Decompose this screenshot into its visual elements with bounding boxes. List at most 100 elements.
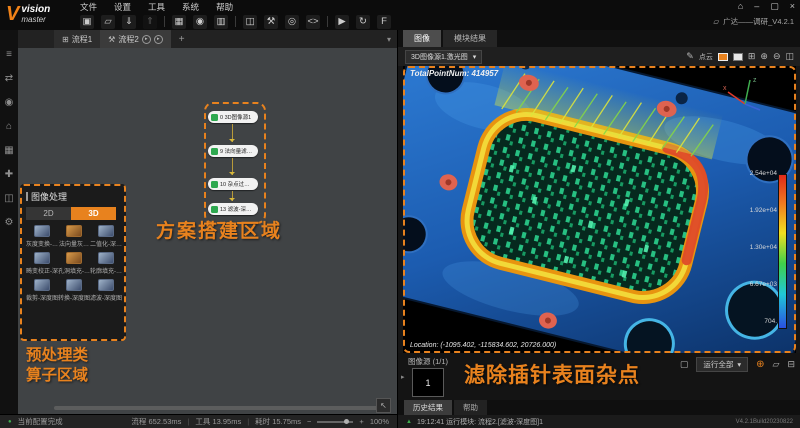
operator-icon <box>98 225 114 237</box>
zoom-in-icon[interactable]: ⊕ <box>760 51 768 62</box>
settings-icon[interactable]: ⚙ <box>5 218 14 228</box>
logo-text-1: vision <box>21 4 51 15</box>
operator-hole-fill[interactable]: 孔洞填充-… <box>58 252 90 275</box>
operator-gray-transform[interactable]: 灰度变换-… <box>26 225 58 248</box>
menu-file[interactable]: 文件 <box>80 1 97 13</box>
add-image-button[interactable]: ⊕ <box>756 359 764 370</box>
menu-system[interactable]: 系统 <box>182 1 199 13</box>
operator-icon <box>66 279 82 291</box>
global-icon[interactable]: ◎ <box>285 14 299 29</box>
open-icon[interactable]: ▱ <box>101 14 115 29</box>
image-thumbnail[interactable]: 1 <box>412 368 444 397</box>
tab-help[interactable]: 帮助 <box>454 400 487 415</box>
tab-flow-2[interactable]: ⚒ 流程2 ▸ ▸ <box>100 30 171 48</box>
tab-2d[interactable]: 2D <box>26 207 71 220</box>
open-folder-button[interactable]: ▱ <box>773 359 780 370</box>
expand-arrow-icon[interactable]: ▸ <box>401 373 405 381</box>
maximize-icon[interactable]: ▢ <box>770 1 779 12</box>
display-icon[interactable]: ◫ <box>4 194 13 204</box>
logo-v-icon: V <box>6 3 20 25</box>
operator-normal-gray[interactable]: 法向量灰… <box>58 225 90 248</box>
pointcloud-viewport[interactable]: TotalPointNum: 414957 Location: (-1095.4… <box>403 66 796 353</box>
module-green-icon <box>211 205 218 213</box>
pointcloud-label: 点云 <box>698 53 713 61</box>
minimize-icon[interactable]: – <box>754 1 759 11</box>
flow-node-depth-filter[interactable]: 13 滤波-深… <box>208 203 258 215</box>
flow-node-normal-filter[interactable]: 9 法向量滤… <box>208 145 258 157</box>
script-icon[interactable]: ✚ <box>5 170 13 180</box>
camera-icon[interactable]: ◉ <box>193 14 207 29</box>
add-flow-button[interactable]: + <box>171 30 193 48</box>
flow-node-noise-filter[interactable]: 10 杂点过… <box>208 178 258 190</box>
film-icon[interactable]: ▥ <box>214 14 228 29</box>
export-icon[interactable]: ⇑ <box>143 14 157 29</box>
flow-node-label: 0 3D图像源1 <box>220 115 252 121</box>
metric-flow-time: 流程 652.53ms <box>131 417 182 426</box>
chevron-down-icon: ▾ <box>737 360 742 369</box>
module-green-icon <box>211 180 218 188</box>
toolbar-divider <box>164 16 165 27</box>
module-green-icon <box>211 113 218 121</box>
annotation-line-1: 预处理类 <box>26 347 89 364</box>
slider-knob[interactable] <box>344 418 350 424</box>
operator-distortion-correct[interactable]: 畸变校正-深… <box>26 252 58 275</box>
operator-convert-depth[interactable]: 转换-深度图 <box>58 279 90 302</box>
comm-icon[interactable]: ⌂ <box>6 122 12 132</box>
status-text: 当前配置完成 <box>17 417 63 426</box>
module-green-icon <box>211 147 218 155</box>
folder-icon: ▱ <box>713 17 720 26</box>
window-controls: ⌂ – ▢ × <box>738 0 795 12</box>
capture-icon[interactable]: ▢ <box>680 359 689 370</box>
fit-view-icon[interactable]: ⊞ <box>748 51 756 62</box>
format-icon[interactable]: F <box>377 14 391 29</box>
tab-history-result[interactable]: 历史结果 <box>404 400 452 415</box>
io-icon[interactable]: ⇄ <box>5 74 13 84</box>
operator-icon <box>66 225 82 237</box>
color-swatch-white[interactable] <box>732 52 743 61</box>
menu-tools[interactable]: 工具 <box>148 1 165 13</box>
zoom-slider[interactable] <box>317 418 354 424</box>
zoom-out-icon[interactable]: ⊖ <box>773 51 781 62</box>
locate-button[interactable]: ↖ <box>376 398 391 413</box>
image-source-select[interactable]: 3D图像源1.激光图 ▾ <box>405 49 483 64</box>
horizontal-scrollbar[interactable] <box>54 406 390 410</box>
operator-filter-depth[interactable]: 滤波-深度图 <box>90 279 122 302</box>
tab-flow-1[interactable]: ⊞ 流程1 <box>54 30 101 48</box>
run-once-button[interactable]: ▸ <box>141 34 151 44</box>
chevron-down-icon[interactable]: ▾ <box>381 30 397 48</box>
variable-icon[interactable]: ▦ <box>4 146 13 156</box>
module-icon[interactable]: ◫ <box>243 14 257 29</box>
logo-text-2: master <box>21 15 46 24</box>
run-all-select[interactable]: 运行全部 ▾ <box>696 357 749 372</box>
code-icon[interactable]: <> <box>306 14 320 29</box>
tab-image[interactable]: 图像 <box>403 30 441 47</box>
layout-icon[interactable]: ◫ <box>785 51 794 62</box>
draw-icon[interactable]: ✎ <box>686 51 694 62</box>
color-swatch-orange[interactable] <box>717 52 728 61</box>
log-status-icon: ▲ <box>406 418 412 425</box>
run-loop-icon[interactable]: ↻ <box>356 14 370 29</box>
close-icon[interactable]: × <box>790 1 795 11</box>
workflow-icon[interactable]: ≡ <box>6 50 12 60</box>
import-icon[interactable]: ⇓ <box>122 14 136 29</box>
tools-icon[interactable]: ⚒ <box>264 14 278 29</box>
operator-binarize[interactable]: 二值化-深… <box>90 225 122 248</box>
image-source-icon[interactable]: ▦ <box>172 14 186 29</box>
zoom-in-button[interactable]: + <box>359 417 363 426</box>
delete-button[interactable]: ⊟ <box>787 359 795 370</box>
run-continuous-button[interactable]: ▸ <box>153 34 163 44</box>
zoom-out-button[interactable]: − <box>307 417 311 426</box>
save-icon[interactable]: ▣ <box>80 14 94 29</box>
camera-icon[interactable]: ◉ <box>5 98 14 108</box>
menu-help[interactable]: 帮助 <box>216 1 233 13</box>
flow-canvas[interactable]: 0 3D图像源1 9 法向量滤… 10 杂点过… 13 滤波-深… 方案搭建区域 <box>18 48 397 414</box>
cursor-location: Location: (-1095.402, -115834.602, 20726… <box>410 342 557 349</box>
home-icon[interactable]: ⌂ <box>738 1 743 11</box>
flow-node-image-source[interactable]: 0 3D图像源1 <box>208 111 258 123</box>
tab-3d[interactable]: 3D <box>71 207 116 220</box>
menu-settings[interactable]: 设置 <box>114 1 131 13</box>
run-once-icon[interactable]: ▶ <box>335 14 349 29</box>
operator-contour-fill[interactable]: 轮廓填充-… <box>90 252 122 275</box>
operator-crop-depth[interactable]: 裁剪-深度图 <box>26 279 58 302</box>
tab-module-result[interactable]: 模块结果 <box>443 30 497 47</box>
